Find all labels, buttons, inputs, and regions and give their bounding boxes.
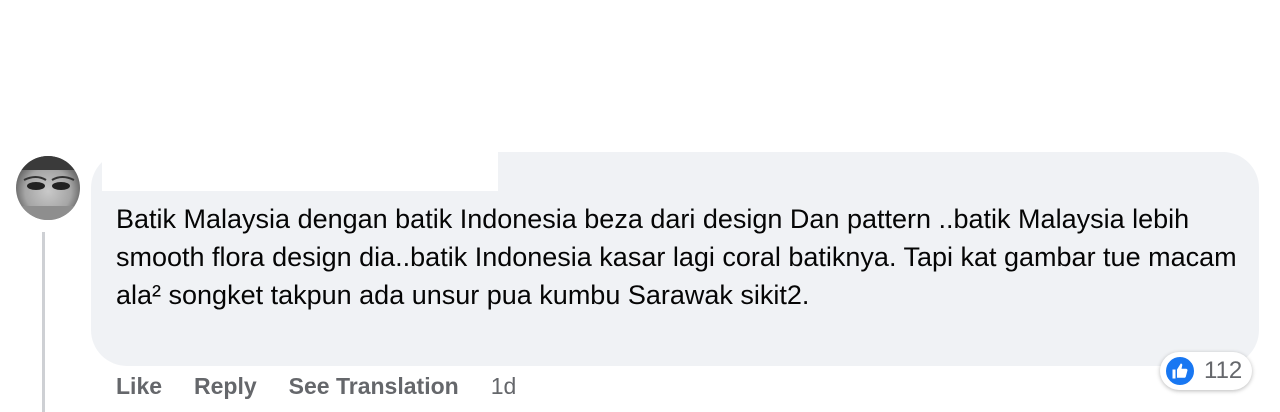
like-button[interactable]: Like [116, 373, 162, 400]
like-icon [1164, 355, 1196, 387]
avatar-image [16, 156, 80, 220]
avatar[interactable] [16, 156, 80, 220]
reply-thread-line [42, 232, 45, 412]
comment-text: Batik Malaysia dengan batik Indonesia be… [116, 204, 1237, 310]
timestamp[interactable]: 1d [491, 373, 517, 400]
author-name-redacted [102, 152, 498, 191]
reaction-summary[interactable]: 112 [1160, 352, 1253, 390]
see-translation-button[interactable]: See Translation [289, 373, 459, 400]
reply-button[interactable]: Reply [194, 373, 257, 400]
reaction-count: 112 [1204, 357, 1243, 384]
comment-actions: Like Reply See Translation 1d [116, 370, 516, 402]
